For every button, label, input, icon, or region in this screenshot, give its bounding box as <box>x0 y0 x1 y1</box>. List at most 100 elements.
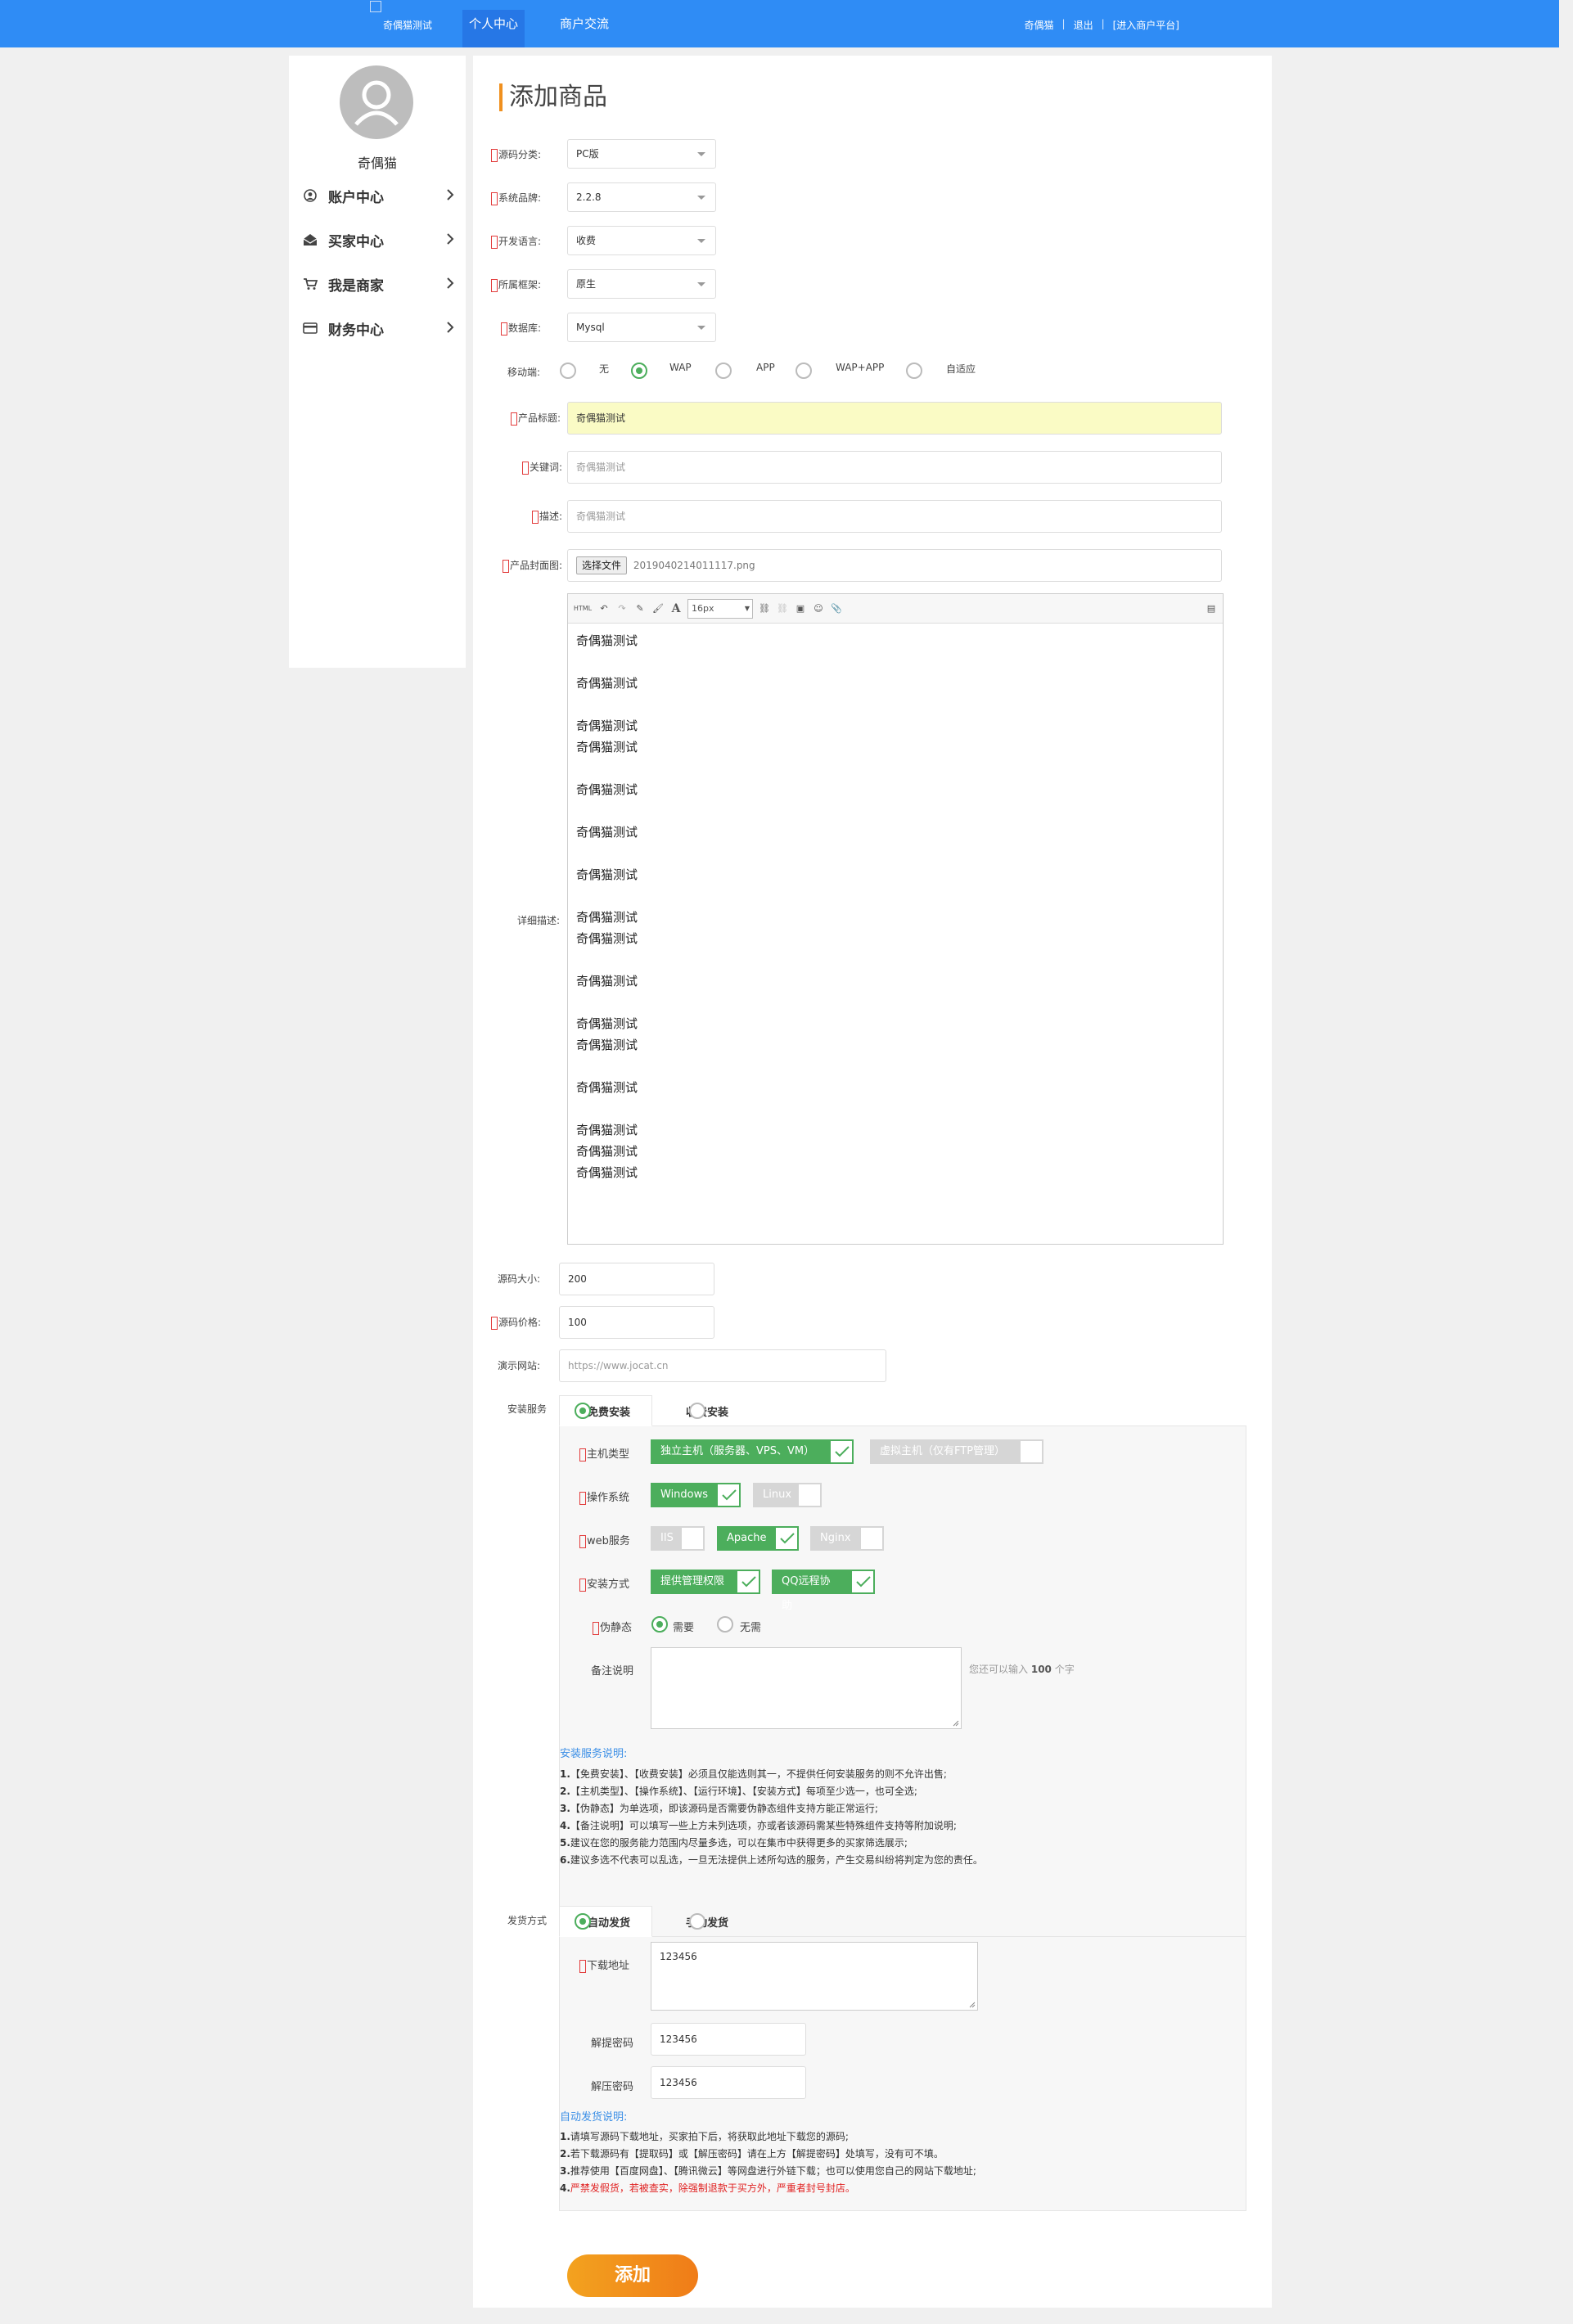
download-url-textarea[interactable]: 123456 <box>651 1942 978 2011</box>
mobile-option-label: WAP <box>669 362 692 373</box>
undo-icon[interactable]: ↶ <box>597 602 611 615</box>
user-silhouette-icon <box>340 66 412 138</box>
unzip-password-label: 解压密码 <box>591 2081 634 2093</box>
sidebar-item-account[interactable]: 账户中心 <box>300 183 454 208</box>
description-input[interactable]: 奇偶猫测试 <box>567 500 1222 533</box>
rich-text-editor[interactable]: HTML ↶ ↷ ✎ 🖌 A 16px ▼ ⛓ ⛓ ▣ ☺ 📎 ▤ 奇偶猫测试奇偶… <box>567 593 1224 1245</box>
editor-line: 奇偶猫测试 <box>576 718 638 733</box>
editor-content[interactable]: 奇偶猫测试 奇偶猫测试 奇偶猫测试 奇偶猫测试 奇偶猫测试 奇偶猫测试 奇偶猫测试 奇偶猫测试… <box>568 624 1223 1183</box>
framework-select[interactable]: 原生 <box>567 269 716 299</box>
sidebar-item-merchant[interactable]: 我是商家 <box>300 272 454 296</box>
os-windows-checkbox[interactable]: Windows <box>651 1483 741 1507</box>
mobile-option-label: APP <box>756 362 775 373</box>
system-brand-select[interactable]: 2.2.8 <box>567 182 716 212</box>
user-name-link[interactable]: 奇偶猫 <box>1025 18 1054 32</box>
framework-label: 所属框架: <box>491 277 541 292</box>
extract-password-input[interactable]: 123456 <box>651 2023 806 2056</box>
editor-line: 奇偶猫测试 <box>576 1016 638 1031</box>
nav-label: 个人中心 <box>469 16 519 31</box>
link-icon[interactable]: ⛓ <box>758 602 771 615</box>
host-type-dedicated-checkbox[interactable]: 独立主机（服务器、VPS、VM） <box>651 1439 854 1464</box>
tab-free-install[interactable]: 免费安装 <box>559 1395 652 1426</box>
nav-personal-center[interactable]: 个人中心 <box>462 10 525 47</box>
chevron-right-icon <box>446 321 454 338</box>
checkbox-box <box>1019 1439 1043 1464</box>
main-panel: 添加商品 源码分类: PC版 系统品牌: 2.2.8 开发语言: 收费 所属框架… <box>473 56 1272 2308</box>
rewrite-none-radio[interactable] <box>717 1616 733 1633</box>
emoji-icon[interactable]: ☺ <box>812 602 825 615</box>
mobile-radio-wap[interactable] <box>631 363 647 379</box>
attachment-icon[interactable]: 📎 <box>830 602 843 615</box>
remark-label: 备注说明 <box>591 1665 634 1678</box>
merchant-platform-link[interactable]: [进入商户平台] <box>1113 18 1179 32</box>
fullscreen-icon[interactable]: ▤ <box>1205 602 1218 615</box>
manual-delivery-radio[interactable] <box>689 1913 705 1930</box>
nav-label: 商户交流 <box>560 16 610 31</box>
avatar[interactable] <box>340 65 413 139</box>
checkbox-label: 虚拟主机（仅有FTP管理） <box>870 1439 1019 1464</box>
remark-textarea[interactable] <box>651 1647 962 1729</box>
font-size-select[interactable]: 16px ▼ <box>687 598 753 619</box>
source-size-input[interactable]: 200 <box>559 1263 714 1295</box>
mobile-radio-adaptive[interactable] <box>906 363 922 379</box>
resize-grip-icon[interactable] <box>951 1718 959 1727</box>
required-marker <box>579 1448 586 1462</box>
user-circle-icon <box>300 187 320 204</box>
logout-link[interactable]: 退出 <box>1074 18 1093 32</box>
choose-file-button[interactable]: 选择文件 <box>576 556 628 574</box>
note-item: 5.建议在您的服务能力范围内尽量多选，可以在集市中获得更多的买家筛选展示; <box>560 1837 908 1849</box>
sidebar-item-buyer[interactable]: 买家中心 <box>300 227 454 252</box>
auto-delivery-radio[interactable] <box>575 1913 591 1930</box>
select-value: 原生 <box>576 278 597 290</box>
checkbox-label: Nginx <box>810 1526 859 1551</box>
web-nginx-checkbox[interactable]: Nginx <box>810 1526 884 1551</box>
format-brush-icon[interactable]: 🖌 <box>651 602 665 615</box>
dev-language-select[interactable]: 收费 <box>567 226 716 255</box>
check-icon <box>736 1570 760 1594</box>
os-label: 操作系统 <box>579 1489 629 1505</box>
image-icon[interactable]: ▣ <box>794 602 807 615</box>
editor-line: 奇偶猫测试 <box>576 1080 638 1095</box>
tab-manual-delivery[interactable]: 手动发货 <box>658 1906 756 1937</box>
method-admin-checkbox[interactable]: 提供管理权限 <box>651 1570 760 1594</box>
checkbox-label: Apache <box>717 1526 774 1551</box>
editor-line: 奇偶猫测试 <box>576 1165 638 1180</box>
keywords-input[interactable]: 奇偶猫测试 <box>567 451 1222 484</box>
resize-grip-icon[interactable] <box>967 2000 976 2008</box>
editor-line: 奇偶猫测试 <box>576 867 638 882</box>
html-source-button[interactable]: HTML <box>573 602 593 615</box>
os-linux-checkbox[interactable]: Linux <box>753 1483 822 1507</box>
demo-site-input[interactable]: https://www.jocat.cn <box>559 1349 886 1382</box>
rewrite-option-label: 需要 <box>673 1622 695 1634</box>
product-title-input[interactable]: 奇偶猫测试 <box>567 402 1222 435</box>
method-qq-remote-checkbox[interactable]: QQ远程协助 <box>772 1570 875 1612</box>
unlink-icon[interactable]: ⛓ <box>776 602 789 615</box>
mobile-radio-none[interactable] <box>560 363 576 379</box>
database-select[interactable]: Mysql <box>567 313 716 342</box>
free-install-radio[interactable] <box>575 1403 591 1419</box>
mobile-radio-wap-app[interactable] <box>796 363 812 379</box>
source-category-select[interactable]: PC版 <box>567 139 716 169</box>
web-apache-checkbox[interactable]: Apache <box>717 1526 799 1551</box>
add-product-button[interactable]: 添加 <box>567 2254 698 2297</box>
host-type-virtual-checkbox[interactable]: 虚拟主机（仅有FTP管理） <box>870 1439 1043 1464</box>
cover-file-input[interactable]: 选择文件 2019040214011117.png <box>567 549 1222 582</box>
site-logo[interactable]: 奇偶猫测试 <box>370 0 432 32</box>
redo-icon[interactable]: ↷ <box>615 602 629 615</box>
sidebar-item-finance[interactable]: 财务中心 <box>300 316 454 340</box>
font-color-icon[interactable]: A <box>669 602 683 615</box>
nav-merchant-exchange[interactable]: 商户交流 <box>553 10 615 47</box>
tab-paid-install[interactable]: 收费安装 <box>658 1395 756 1426</box>
separator: | <box>1101 18 1105 29</box>
price-input[interactable]: 100 <box>559 1306 714 1339</box>
paid-install-radio[interactable] <box>689 1403 705 1419</box>
mobile-radio-app[interactable] <box>715 363 732 379</box>
unzip-password-input[interactable]: 123456 <box>651 2066 806 2099</box>
required-marker <box>491 235 498 249</box>
install-method-label: 安装方式 <box>579 1575 629 1592</box>
web-iis-checkbox[interactable]: IIS <box>651 1526 705 1551</box>
rewrite-need-radio[interactable] <box>651 1616 668 1633</box>
tab-auto-delivery[interactable]: 自动发货 <box>559 1906 652 1937</box>
eraser-icon[interactable]: ✎ <box>633 602 647 615</box>
